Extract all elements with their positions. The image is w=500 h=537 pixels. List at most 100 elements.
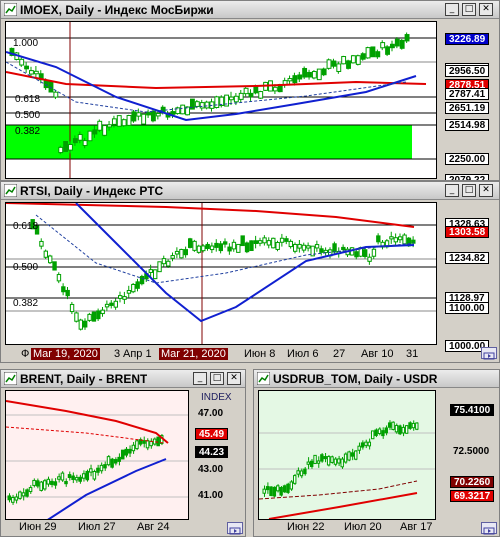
brent-chart-window[interactable]: BRENT, Daily - BRENT _ □ ✕ INDEX 47.00 45… [0, 369, 246, 537]
candle-body [87, 130, 93, 142]
usdrub-chart-canvas [259, 391, 435, 519]
maximize-button[interactable]: □ [210, 372, 224, 385]
candle-body [336, 63, 342, 72]
candle-body [205, 243, 210, 249]
imoex-titlebar[interactable]: IMOEX, Daily - Индекс МосБиржи _ □ ✕ [1, 1, 499, 19]
candle-body [218, 243, 223, 252]
scroll-right-button[interactable] [481, 522, 497, 535]
usdrub-plot-area[interactable] [258, 390, 436, 520]
candle-body [223, 241, 228, 245]
candle-body [289, 481, 294, 490]
candle-body [284, 238, 289, 242]
candle-body [157, 261, 162, 273]
candle-body [381, 430, 385, 437]
candle-body [96, 467, 100, 473]
x-axis-label: Июн 8 [244, 348, 276, 360]
candle-body [103, 464, 107, 469]
close-button[interactable]: ✕ [227, 372, 241, 385]
candle-body [238, 92, 244, 100]
usdrub-window-title: USDRUB_TOM, Daily - USDR... [273, 372, 438, 386]
scroll-right-button[interactable] [227, 522, 243, 535]
candle-body [100, 309, 105, 315]
candle-body [82, 140, 88, 147]
candle-body [18, 491, 22, 499]
imoex-chart-window[interactable]: IMOEX, Daily - Индекс МосБиржи _ □ ✕ 1.0… [0, 0, 500, 181]
price-label: 69.3217 [450, 490, 495, 502]
candle-body [174, 250, 180, 255]
candle-body [139, 275, 145, 285]
candle-body [192, 240, 197, 251]
price-label: 44.23 [195, 446, 229, 458]
usdrub-titlebar[interactable]: USDRUB_TOM, Daily - USDR... [254, 370, 499, 388]
candle-body [48, 255, 53, 264]
usdrub-chart-window[interactable]: USDRUB_TOM, Daily - USDR... 75.4100 72.50… [253, 369, 500, 537]
candle-body [380, 42, 386, 49]
price-label: 2250.00 [445, 153, 490, 165]
candle-body [415, 422, 419, 430]
price-label: 2079.22 [445, 174, 490, 180]
brent-window-title: BRENT, Daily - BRENT [20, 372, 148, 386]
imoex-plot-area[interactable] [5, 21, 437, 179]
candle-body [307, 71, 312, 78]
price-label: 70.2260 [450, 476, 495, 488]
minimize-button[interactable]: _ [445, 3, 459, 16]
indicator-label: INDEX [201, 392, 232, 403]
candle-body [78, 476, 82, 482]
candle-body [297, 74, 303, 80]
candle-body [135, 440, 139, 450]
close-button[interactable]: ✕ [479, 3, 493, 16]
candle-body [279, 486, 283, 496]
minimize-button[interactable]: _ [193, 372, 207, 385]
candle-body [331, 60, 337, 67]
candle-body [271, 237, 276, 249]
rtsi-titlebar[interactable]: RTSI, Daily - Индекс РТС _ □ ✕ [1, 182, 499, 200]
candle-body [153, 269, 158, 280]
candle-body [121, 119, 127, 127]
brent-plot-area[interactable] [5, 390, 189, 520]
rtsi-plot-area[interactable] [5, 202, 437, 345]
candle-body [7, 495, 12, 501]
minimize-button[interactable]: _ [445, 184, 459, 197]
candle-body [326, 59, 332, 69]
candle-body [316, 460, 321, 464]
price-label: 43.00 [198, 464, 224, 475]
brent-titlebar[interactable]: BRENT, Daily - BRENT _ □ ✕ [1, 370, 245, 388]
scroll-right-icon [229, 527, 241, 535]
candle-body [299, 470, 304, 477]
x-axis-label: Июл 20 [344, 521, 382, 533]
candle-body [341, 56, 347, 65]
candle-body [393, 237, 398, 243]
candle-body [11, 497, 15, 503]
x-axis-label: Июн 29 [19, 521, 57, 533]
price-label: 41.00 [198, 490, 224, 501]
candle-body [122, 296, 127, 300]
candle-body [92, 129, 98, 135]
candle-body [42, 480, 47, 490]
candle-body [233, 95, 239, 103]
candle-body [286, 483, 290, 493]
candle-body [28, 487, 33, 493]
candle-body [25, 489, 29, 497]
candle-body [244, 242, 250, 253]
candle-body [43, 80, 49, 89]
candle-body [253, 85, 259, 94]
rtsi-chart-window[interactable]: RTSI, Daily - Индекс РТС _ □ ✕ 0.618 0.50… [0, 181, 500, 363]
candle-body [306, 461, 310, 465]
candle-body [253, 240, 258, 244]
candle-body [78, 319, 83, 330]
candle-body [275, 241, 280, 250]
candle-body [109, 302, 114, 306]
candle-body [111, 118, 117, 125]
candle-body [236, 243, 241, 253]
candle-body [14, 496, 19, 501]
candle-body [61, 286, 66, 293]
close-button[interactable]: ✕ [479, 184, 493, 197]
maximize-button[interactable]: □ [462, 3, 476, 16]
candle-body [161, 258, 167, 265]
candle-body [374, 429, 378, 436]
x-axis-label: Авг 24 [137, 521, 170, 533]
scroll-right-button[interactable] [481, 347, 497, 360]
candle-body [332, 243, 337, 253]
maximize-button[interactable]: □ [462, 184, 476, 197]
candle-body [46, 478, 51, 485]
